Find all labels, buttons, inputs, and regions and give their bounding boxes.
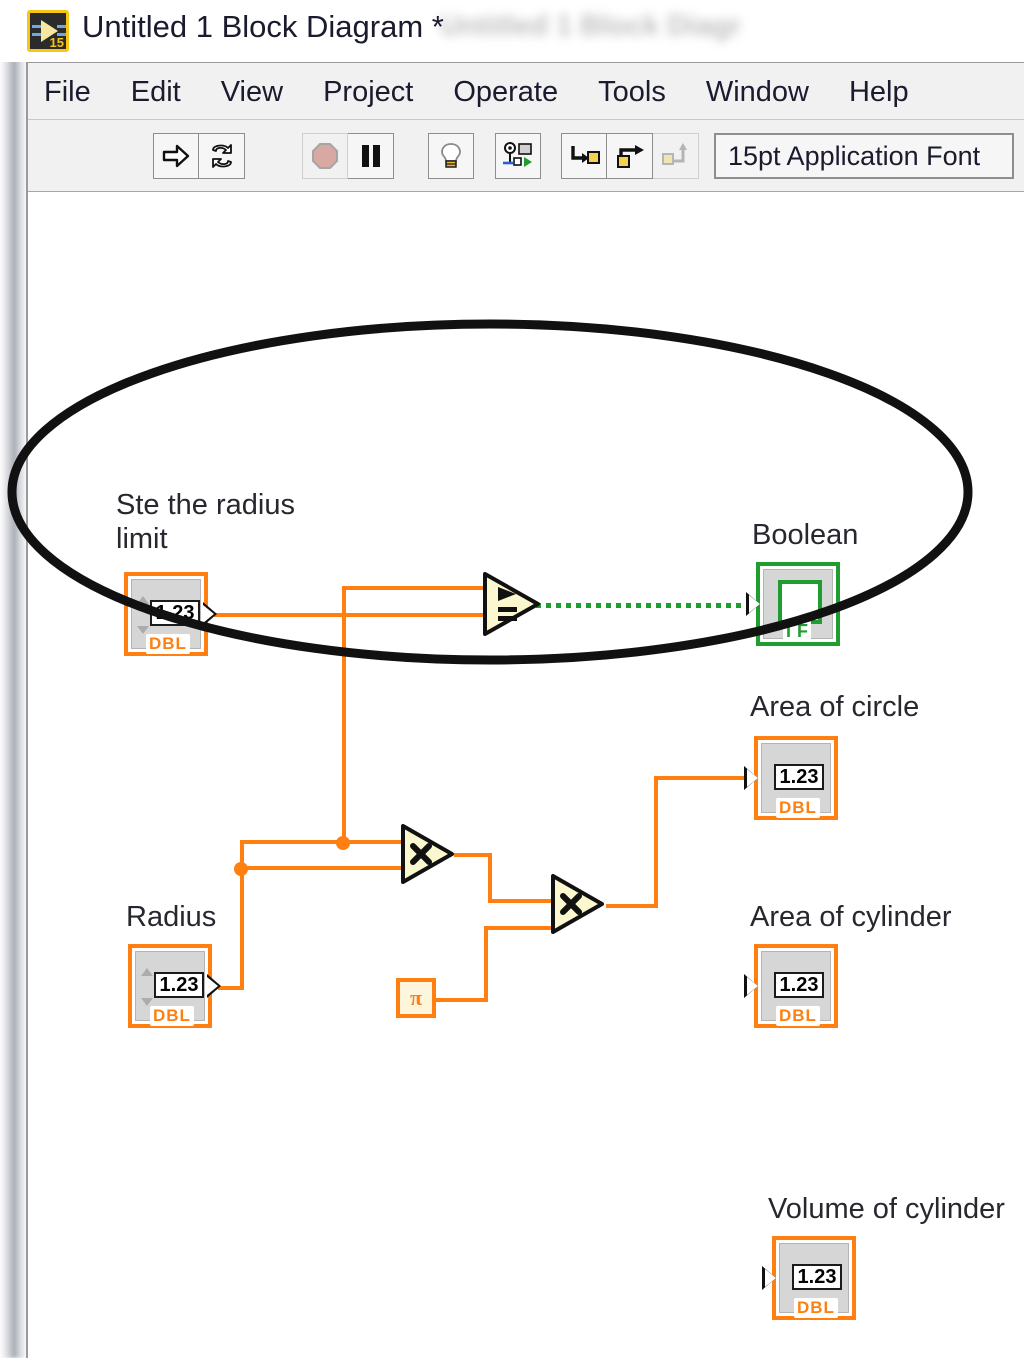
terminal-value: 1.23 (792, 1264, 842, 1290)
ghost-title-text: Untitled 1 Block Diagram (440, 10, 740, 42)
label-radius: Radius (126, 901, 217, 933)
menu-item-edit[interactable]: Edit (127, 74, 185, 111)
desktop-background (0, 0, 26, 1358)
datatype-badge: DBL (776, 1006, 820, 1026)
wire-mult1-out-vert (488, 853, 492, 903)
labview-vi-icon: 15 (27, 10, 69, 52)
datatype-badge: TF (783, 621, 811, 642)
menu-item-help[interactable]: Help (845, 74, 913, 111)
menu-bar: File Edit View Project Operate Tools Win… (28, 62, 1024, 120)
terminal-area-of-cylinder[interactable]: 1.23 DBL (744, 944, 838, 1028)
label-boolean: Boolean (752, 519, 859, 551)
terminal-input-arrow-fill (747, 977, 758, 995)
wire-trunk-vertical (342, 586, 346, 842)
terminal-value: 1.23 (154, 972, 204, 998)
label-volume-of-cylinder: Volume of cylinder (768, 1193, 1005, 1225)
terminal-value: 1.23 (150, 600, 200, 626)
menu-item-window[interactable]: Window (702, 74, 813, 111)
step-into-button[interactable] (561, 133, 607, 179)
wire-trunk-to-mult1-upper (240, 840, 408, 844)
wire-mult2-out-1 (606, 904, 658, 908)
retain-wire-values-button[interactable] (495, 133, 541, 179)
block-diagram-window: File Edit View Project Operate Tools Win… (26, 62, 1024, 1358)
boolean-square-icon (778, 580, 822, 624)
run-button[interactable] (153, 133, 199, 179)
toolbar: 15pt Application Font (28, 120, 1024, 192)
terminal-value: 1.23 (774, 764, 824, 790)
datatype-badge: DBL (150, 1006, 194, 1026)
wire-boolean (536, 603, 752, 608)
font-selector[interactable]: 15pt Application Font (714, 133, 1014, 179)
wire-radius-to-mult1-lower (240, 866, 408, 870)
pi-constant-glyph: π (409, 985, 423, 1010)
menu-items: File Edit View Project Operate Tools Win… (40, 63, 945, 121)
label-set-radius-limit: Ste the radius limit (116, 489, 295, 555)
terminal-input-arrow-fill (747, 769, 758, 787)
terminal-output-arrow-fill (203, 605, 214, 623)
menu-item-file[interactable]: File (40, 74, 95, 111)
terminal-input-arrow-fill (749, 595, 760, 613)
terminal-output-arrow-fill (207, 977, 218, 995)
datatype-badge: DBL (776, 798, 820, 818)
step-out-button[interactable] (653, 133, 699, 179)
pi-constant[interactable]: π (396, 978, 436, 1018)
greater-or-equal-node[interactable] (480, 570, 542, 638)
multiply-node[interactable] (548, 872, 606, 936)
wire-radius-limit-to-ge (214, 613, 498, 617)
label-area-of-cylinder: Area of cylinder (750, 901, 952, 933)
wire-junction (234, 862, 248, 876)
wire-mult1-out-1 (454, 853, 492, 857)
datatype-badge: DBL (146, 634, 190, 654)
title-bar: Untitled 1 Block Diagram 15 Untitled 1 B… (0, 0, 1024, 62)
wire-pi-vert (484, 926, 488, 1002)
menu-item-tools[interactable]: Tools (594, 74, 670, 111)
multiply-node[interactable] (398, 822, 456, 886)
wire-radius-vertical (240, 866, 244, 988)
wire-mult2-vert (654, 776, 658, 908)
run-continuously-button[interactable] (199, 133, 245, 179)
block-diagram-canvas[interactable]: π Ste the radius limit 1.23 DBL Boolean … (28, 192, 1024, 1356)
step-over-button[interactable] (607, 133, 653, 179)
abort-execution-button[interactable] (302, 133, 348, 179)
terminal-area-of-circle[interactable]: 1.23 DBL (744, 736, 838, 820)
wire-junction (336, 836, 350, 850)
version-badge: 15 (49, 35, 64, 50)
pause-button[interactable] (348, 133, 394, 179)
datatype-badge: DBL (794, 1298, 838, 1318)
terminal-input-arrow-fill (765, 1269, 776, 1287)
wire-pi-out-1 (434, 998, 488, 1002)
terminal-radius[interactable]: 1.23 DBL (128, 944, 221, 1028)
label-area-of-circle: Area of circle (750, 691, 920, 723)
wire-mult2-to-area-circle (654, 776, 748, 780)
highlight-execution-button[interactable] (428, 133, 474, 179)
wire-branch-to-ge-upper (342, 586, 498, 590)
terminal-boolean[interactable]: TF (746, 562, 840, 646)
menu-item-view[interactable]: View (217, 74, 287, 111)
terminal-volume-of-cylinder[interactable]: 1.23 DBL (762, 1236, 856, 1320)
window-title: Untitled 1 Block Diagram * (82, 9, 444, 44)
menu-item-operate[interactable]: Operate (449, 74, 562, 111)
terminal-set-radius-limit[interactable]: 1.23 DBL (124, 572, 217, 656)
menu-item-project[interactable]: Project (319, 74, 417, 111)
terminal-value: 1.23 (774, 972, 824, 998)
